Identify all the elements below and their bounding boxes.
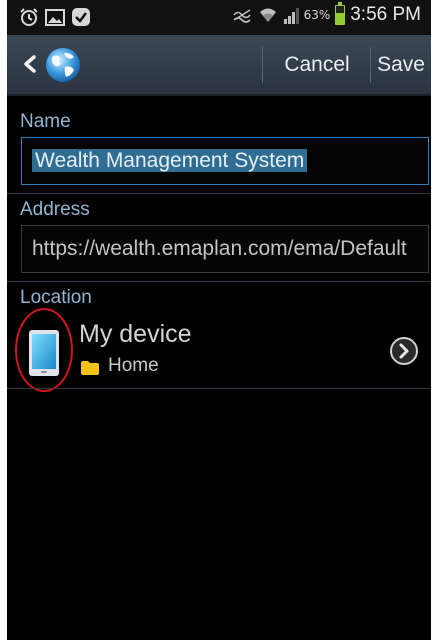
address-field[interactable]: https://wealth.emaplan.com/ema/Default (21, 225, 429, 273)
highlight-circle (15, 308, 73, 392)
cancel-button[interactable]: Cancel (264, 35, 370, 94)
wifi-icon (259, 8, 276, 22)
status-bar: 63% 3:56 PM (7, 0, 431, 35)
address-field-value: https://wealth.emaplan.com/ema/Default (32, 237, 407, 260)
chevron-right-circle-icon[interactable] (389, 336, 419, 366)
notification-icons (19, 7, 91, 27)
checkmark-icon (72, 8, 90, 26)
name-label: Name (20, 111, 71, 132)
address-label: Address (20, 199, 90, 220)
battery-level-fill (336, 12, 345, 24)
battery-percent: 63% (303, 8, 331, 22)
location-folder: Home (108, 355, 159, 376)
save-button[interactable]: Save (371, 35, 431, 94)
name-field[interactable]: Wealth Management System (21, 137, 429, 185)
system-status: 63% 3:56 PM (232, 2, 421, 26)
clock: 3:56 PM (350, 4, 421, 25)
divider (7, 193, 431, 194)
gallery-icon (45, 9, 65, 26)
location-title: My device (79, 320, 192, 348)
name-field-value: Wealth Management System (32, 149, 308, 172)
divider (7, 281, 431, 282)
phone-screen: 63% 3:56 PM Cancel Save Name Wealth Mana… (7, 0, 431, 640)
action-divider (262, 47, 263, 83)
folder-icon (81, 361, 99, 375)
alarm-clock-icon (20, 8, 38, 26)
signal-icon (283, 8, 299, 24)
no-sim-icon (232, 9, 251, 23)
divider (7, 388, 431, 389)
globe-icon[interactable] (44, 46, 82, 84)
action-bar: Cancel Save (7, 35, 431, 96)
chevron-left-icon[interactable] (17, 49, 43, 79)
battery-icon (335, 2, 346, 25)
